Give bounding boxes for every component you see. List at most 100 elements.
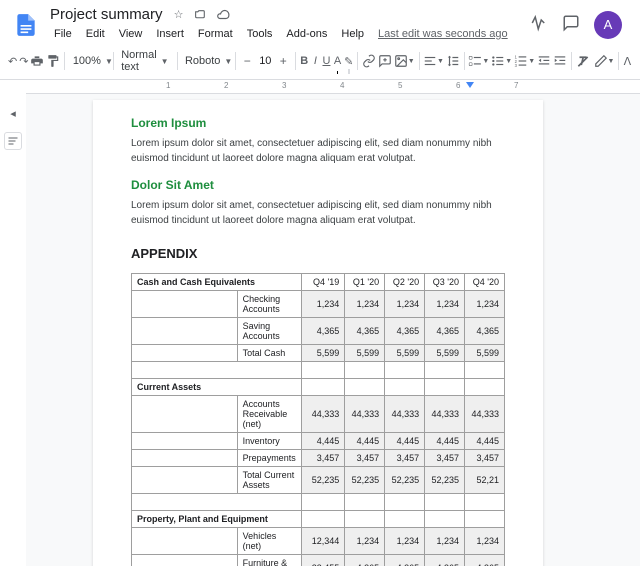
table-cell[interactable]: 1,234 <box>345 291 385 318</box>
table-cell[interactable] <box>301 379 345 396</box>
table-cell[interactable]: 1,234 <box>385 291 425 318</box>
table-cell[interactable]: 3,457 <box>425 450 465 467</box>
number-list-button[interactable]: 123▼ <box>514 49 535 73</box>
table-cell[interactable] <box>301 511 345 528</box>
menu-view[interactable]: View <box>113 25 149 43</box>
font-size-dec[interactable]: − <box>239 53 255 69</box>
table-cell[interactable]: 4,365 <box>385 555 425 566</box>
avatar[interactable]: A <box>594 11 622 39</box>
table-cell[interactable]: 3,457 <box>345 450 385 467</box>
table-cell[interactable]: 1,234 <box>345 528 385 555</box>
move-icon[interactable] <box>193 7 209 23</box>
table-cell[interactable]: 4,365 <box>345 555 385 566</box>
last-edit[interactable]: Last edit was seconds ago <box>378 25 508 43</box>
table-cell[interactable] <box>425 494 465 511</box>
table-cell[interactable] <box>465 511 505 528</box>
table-cell[interactable]: 4,445 <box>425 433 465 450</box>
table-cell[interactable] <box>465 379 505 396</box>
table-cell[interactable]: Total Cash <box>237 345 301 362</box>
table-cell[interactable] <box>132 494 302 511</box>
table-cell[interactable]: Q4 '20 <box>465 274 505 291</box>
page[interactable]: Lorem Ipsum Lorem ipsum dolor sit amet, … <box>93 100 543 566</box>
table-cell[interactable]: 5,599 <box>425 345 465 362</box>
table-cell[interactable]: 3,457 <box>301 450 345 467</box>
table-cell[interactable]: Cash and Cash Equivalents <box>132 274 302 291</box>
underline-button[interactable]: U <box>322 49 331 73</box>
line-spacing-button[interactable] <box>446 49 460 73</box>
table-cell[interactable] <box>132 291 238 318</box>
table-cell[interactable]: Current Assets <box>132 379 302 396</box>
table-cell[interactable] <box>132 345 238 362</box>
table-cell[interactable] <box>132 528 238 555</box>
table-cell[interactable]: 44,333 <box>425 396 465 433</box>
redo-button[interactable]: ↷ <box>19 49 28 73</box>
menu-help[interactable]: Help <box>335 25 370 43</box>
table-cell[interactable] <box>301 494 345 511</box>
link-button[interactable] <box>362 49 376 73</box>
undo-button[interactable]: ↶ <box>8 49 17 73</box>
table-cell[interactable]: 5,599 <box>301 345 345 362</box>
menu-edit[interactable]: Edit <box>80 25 111 43</box>
horizontal-ruler[interactable]: 1234567 <box>26 80 640 94</box>
table-cell[interactable]: 52,235 <box>301 467 345 494</box>
clear-format-button[interactable] <box>576 49 590 73</box>
italic-button[interactable]: I <box>311 49 320 73</box>
table-cell[interactable]: 12,344 <box>301 528 345 555</box>
document-canvas[interactable]: Lorem Ipsum Lorem ipsum dolor sit amet, … <box>26 94 640 566</box>
style-select[interactable]: Normal text▼ <box>117 47 172 75</box>
menu-file[interactable]: File <box>48 25 78 43</box>
highlight-button[interactable]: ✎ <box>344 49 353 73</box>
table-cell[interactable] <box>425 511 465 528</box>
table-cell[interactable]: 4,365 <box>301 318 345 345</box>
table-cell[interactable]: 52,235 <box>425 467 465 494</box>
table-cell[interactable]: 5,599 <box>465 345 505 362</box>
table-cell[interactable] <box>345 511 385 528</box>
table-cell[interactable] <box>132 467 238 494</box>
table-cell[interactable] <box>465 362 505 379</box>
table-cell[interactable] <box>465 494 505 511</box>
table-cell[interactable] <box>385 362 425 379</box>
table-cell[interactable]: Prepayments <box>237 450 301 467</box>
bullet-list-button[interactable]: ▼ <box>491 49 512 73</box>
table-cell[interactable] <box>345 379 385 396</box>
font-size-inc[interactable]: + <box>275 53 291 69</box>
table-cell[interactable] <box>132 433 238 450</box>
table-cell[interactable]: 5,599 <box>345 345 385 362</box>
table-cell[interactable]: 1,234 <box>301 291 345 318</box>
table-cell[interactable]: 5,599 <box>385 345 425 362</box>
table-cell[interactable]: 52,235 <box>345 467 385 494</box>
format-paint-button[interactable] <box>46 49 60 73</box>
table-cell[interactable]: 1,234 <box>385 528 425 555</box>
table-cell[interactable]: 44,333 <box>301 396 345 433</box>
table-cell[interactable]: 1,234 <box>465 528 505 555</box>
table-cell[interactable]: Saving Accounts <box>237 318 301 345</box>
zoom-select[interactable]: 100%▼ <box>69 53 109 69</box>
cloud-icon[interactable] <box>215 7 231 23</box>
indent-inc-button[interactable] <box>553 49 567 73</box>
table-cell[interactable]: Total Current Assets <box>237 467 301 494</box>
table-cell[interactable] <box>132 362 302 379</box>
heading[interactable]: Dolor Sit Amet <box>131 178 505 192</box>
paragraph[interactable]: Lorem ipsum dolor sit amet, consectetuer… <box>131 136 505 166</box>
editing-mode-button[interactable]: ▼ <box>594 49 615 73</box>
star-icon[interactable]: ☆ <box>171 7 187 23</box>
table-cell[interactable]: 52,21 <box>465 467 505 494</box>
table-cell[interactable]: Accounts Receivable (net) <box>237 396 301 433</box>
heading[interactable]: Lorem Ipsum <box>131 116 505 130</box>
table-cell[interactable]: 1,234 <box>425 528 465 555</box>
table-cell[interactable]: Vehicles (net) <box>237 528 301 555</box>
comments-icon[interactable] <box>562 14 580 35</box>
table-cell[interactable]: 4,445 <box>345 433 385 450</box>
comment-button[interactable] <box>378 49 392 73</box>
table-cell[interactable]: 3,457 <box>465 450 505 467</box>
table-cell[interactable]: 4,445 <box>385 433 425 450</box>
financial-table[interactable]: Cash and Cash EquivalentsQ4 '19Q1 '20Q2 … <box>131 273 505 566</box>
table-cell[interactable] <box>132 450 238 467</box>
table-cell[interactable]: Inventory <box>237 433 301 450</box>
checklist-button[interactable]: ▼ <box>468 49 489 73</box>
table-cell[interactable] <box>345 362 385 379</box>
font-size[interactable]: − 10 + <box>239 53 291 69</box>
table-cell[interactable] <box>132 555 238 566</box>
table-cell[interactable]: 1,234 <box>465 291 505 318</box>
table-cell[interactable]: Q3 '20 <box>425 274 465 291</box>
